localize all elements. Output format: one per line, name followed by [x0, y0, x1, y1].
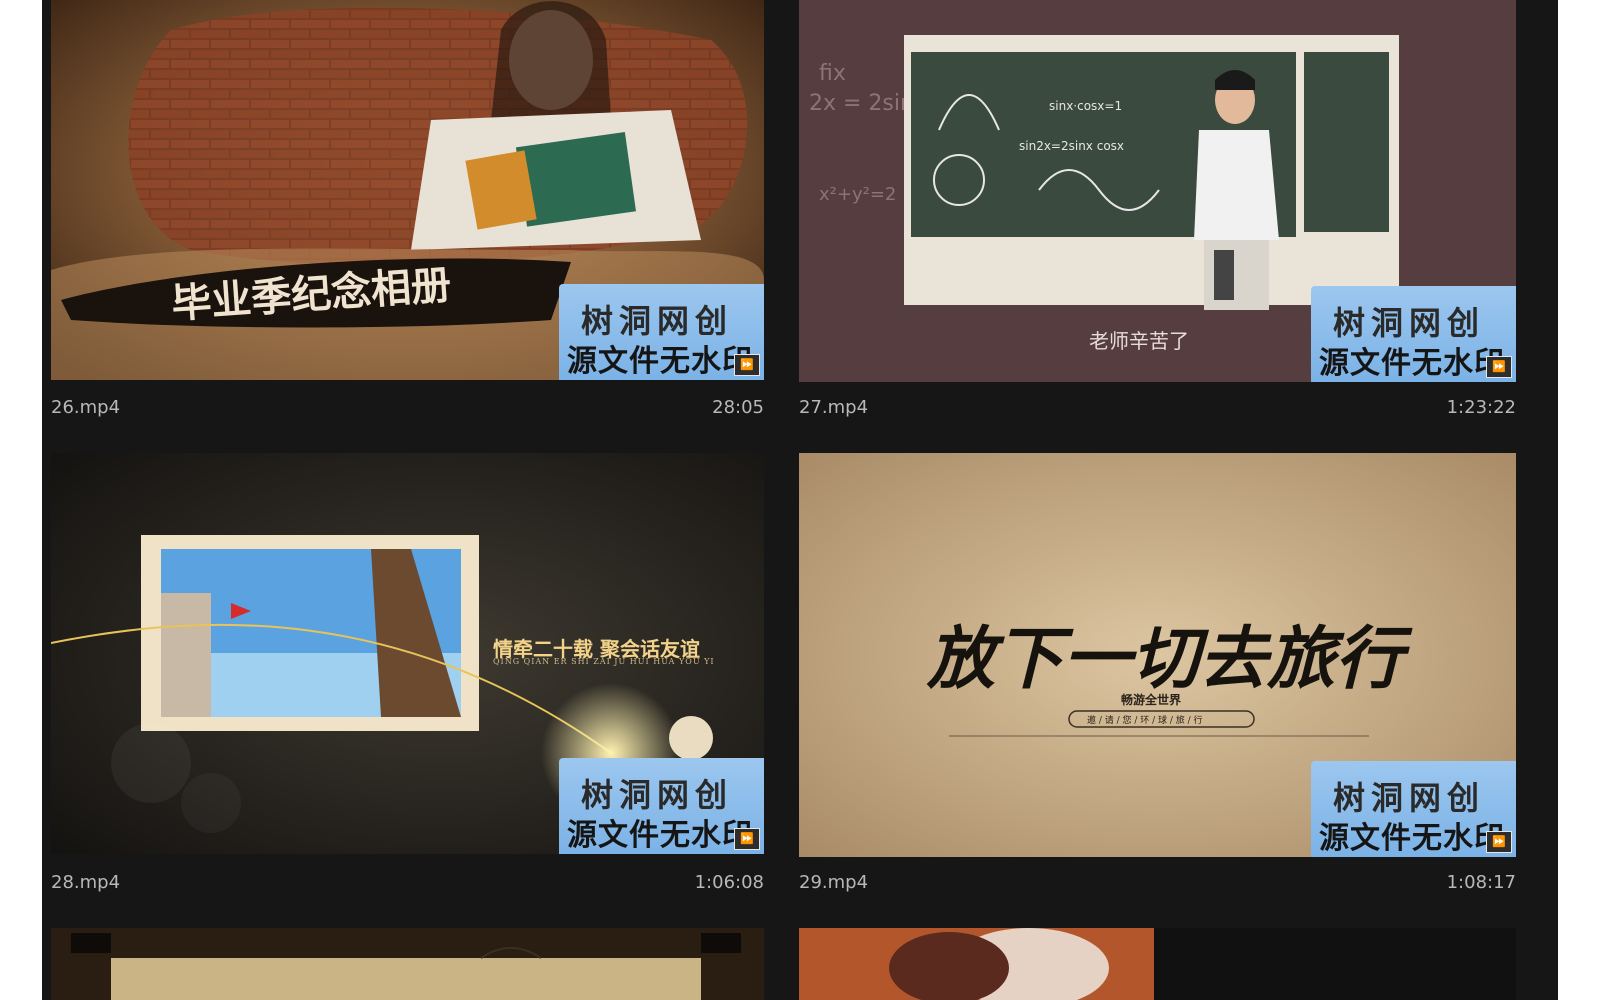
video-card-27[interactable]: fix 2x = 2sin x²+y²=2 sinx·cosx=1 sin2x=…	[799, 0, 1516, 430]
thumbnail-image-31	[799, 928, 1516, 1000]
video-card-31[interactable]	[799, 928, 1516, 1000]
svg-text:fix: fix	[819, 61, 846, 86]
watermark-line2: 源文件无水印	[1319, 346, 1505, 381]
watermark-badge: 树洞网创 源文件无水印 ⏩	[1311, 286, 1516, 382]
watermark-line2: 源文件无水印	[567, 818, 753, 853]
video-thumbnail-28[interactable]: 情牵二十载 聚会话友谊 QING QIAN ER SHI ZAI JU HUI …	[51, 453, 764, 854]
watermark-badge: 树洞网创 源文件无水印 ⏩	[559, 758, 764, 854]
video-meta-28: 28.mp4 1:06:08	[51, 872, 764, 893]
watermark-badge: 树洞网创 源文件无水印 ⏩	[1311, 761, 1516, 857]
video-filename: 26.mp4	[51, 397, 121, 418]
video-duration: 28:05	[712, 397, 764, 418]
video-thumbnail-30[interactable]	[51, 928, 764, 1000]
thumbnail-subcaption-29: 畅游全世界	[1121, 693, 1182, 707]
video-filename: 28.mp4	[51, 872, 121, 893]
svg-text:sin2x=2sinx cosx: sin2x=2sinx cosx	[1019, 139, 1124, 153]
video-duration: 1:06:08	[694, 872, 764, 893]
thumbnail-subcaption-28: QING QIAN ER SHI ZAI JU HUI HUA YOU YI	[493, 657, 715, 666]
thumbnail-subcaption2-29: 邀 / 请 / 您 / 环 / 球 / 旅 / 行	[1087, 716, 1203, 726]
video-filename: 27.mp4	[799, 397, 869, 418]
film-icon: ⏩	[1486, 356, 1512, 378]
video-meta-26: 26.mp4 28:05	[51, 397, 764, 418]
video-duration: 1:08:17	[1446, 872, 1516, 893]
video-thumbnail-27[interactable]: fix 2x = 2sin x²+y²=2 sinx·cosx=1 sin2x=…	[799, 0, 1516, 382]
film-icon: ⏩	[1486, 831, 1512, 853]
watermark-line2: 源文件无水印	[1319, 821, 1505, 856]
video-filename: 29.mp4	[799, 872, 869, 893]
watermark-line2: 源文件无水印	[567, 344, 753, 379]
video-card-28[interactable]: 情牵二十载 聚会话友谊 QING QIAN ER SHI ZAI JU HUI …	[51, 453, 764, 903]
svg-text:2x = 2sin: 2x = 2sin	[809, 91, 914, 116]
watermark-badge: 树洞网创 源文件无水印 ⏩	[559, 284, 764, 380]
svg-text:sinx·cosx=1: sinx·cosx=1	[1049, 99, 1122, 113]
thumbnail-caption-29: 放下一切去旅行	[927, 619, 1404, 699]
video-card-29[interactable]: 放下一切去旅行 畅游全世界 邀 / 请 / 您 / 环 / 球 / 旅 / 行 …	[799, 453, 1516, 903]
film-icon: ⏩	[734, 354, 760, 376]
video-card-30[interactable]	[51, 928, 764, 1000]
video-card-26[interactable]: 毕业季纪念相册 树洞网创 源文件无水印 ⏩ 26.mp4 28:05	[51, 0, 764, 430]
svg-text:x²+y²=2: x²+y²=2	[819, 184, 896, 205]
video-grid-panel: 毕业季纪念相册 树洞网创 源文件无水印 ⏩ 26.mp4 28:05 fix 2…	[42, 0, 1558, 1000]
video-meta-29: 29.mp4 1:08:17	[799, 872, 1516, 893]
video-duration: 1:23:22	[1446, 397, 1516, 418]
video-thumbnail-31[interactable]	[799, 928, 1516, 1000]
thumbnail-image-30	[51, 928, 764, 1000]
video-meta-27: 27.mp4 1:23:22	[799, 397, 1516, 418]
video-thumbnail-26[interactable]: 毕业季纪念相册 树洞网创 源文件无水印 ⏩	[51, 0, 764, 380]
thumbnail-caption-27: 老师辛苦了	[1089, 329, 1189, 353]
film-icon: ⏩	[734, 828, 760, 850]
video-thumbnail-29[interactable]: 放下一切去旅行 畅游全世界 邀 / 请 / 您 / 环 / 球 / 旅 / 行 …	[799, 453, 1516, 857]
